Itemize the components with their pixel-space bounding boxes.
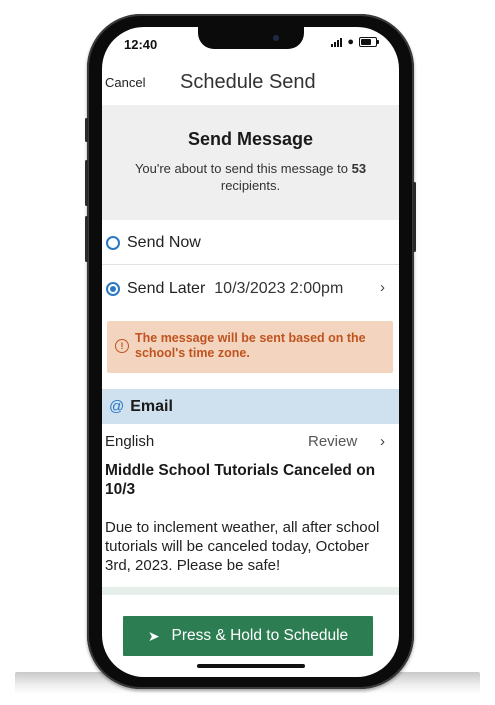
- send-now-label: Send Now: [127, 234, 201, 251]
- alert-text: The message will be sent based on the sc…: [135, 331, 366, 360]
- message-summary: Send Message You're about to send this m…: [102, 105, 399, 220]
- recipient-count: 53: [351, 161, 367, 176]
- page-title: Schedule Send: [180, 71, 316, 93]
- schedule-button-label: Press & Hold to Schedule: [171, 627, 349, 644]
- home-indicator: [197, 664, 305, 668]
- exclamation-circle-icon: !: [115, 339, 129, 353]
- camera-icon: [273, 35, 279, 41]
- cancel-button[interactable]: Cancel: [105, 75, 145, 90]
- summary-suffix: recipients.: [220, 178, 281, 193]
- option-send-later[interactable]: Send Later 10/3/2023 2:00pm: [106, 279, 399, 299]
- send-now-radio[interactable]: [106, 236, 120, 250]
- option-send-now[interactable]: Send Now: [106, 233, 399, 253]
- wifi-icon: ●: [347, 36, 354, 48]
- chevron-right-icon[interactable]: ›: [380, 433, 385, 450]
- summary-prefix: You're about to send this message to: [134, 161, 352, 176]
- status-icons: ●: [331, 36, 379, 48]
- summary-title: Send Message: [187, 129, 314, 149]
- review-link[interactable]: Review: [308, 433, 357, 450]
- email-subject: Middle School Tutorials Canceled on 10/3: [105, 462, 376, 498]
- language-label: English: [105, 433, 155, 450]
- nav-bar: Cancel Schedule Send: [102, 67, 399, 103]
- phone-side-button: [85, 118, 88, 142]
- phone-volume-down-button: [85, 216, 88, 262]
- chevron-right-icon[interactable]: ›: [380, 279, 385, 296]
- send-later-radio[interactable]: [106, 282, 120, 296]
- phone-power-button: [413, 182, 416, 252]
- at-sign-icon: @: [109, 398, 125, 415]
- phone-volume-up-button: [85, 160, 88, 206]
- status-time: 12:40: [124, 37, 158, 52]
- email-section-label: Email: [130, 397, 173, 415]
- signal-icon: [331, 37, 343, 47]
- scheduled-datetime[interactable]: 10/3/2023 2:00pm: [214, 280, 343, 298]
- summary-subtitle: You're about to send this message to 53 …: [117, 160, 384, 194]
- send-later-label: Send Later: [127, 280, 206, 297]
- scroll-fade: [102, 587, 399, 595]
- paper-plane-icon: ➤: [147, 627, 160, 644]
- battery-icon: [359, 37, 379, 47]
- timezone-alert: ! The message will be sent based on the …: [107, 321, 393, 373]
- notch: [198, 27, 304, 49]
- email-body: Due to inclement weather, all after scho…: [105, 519, 380, 574]
- phone-screen: 12:40 ● Cancel Schedule Send Send Messag…: [102, 27, 399, 677]
- press-hold-schedule-button[interactable]: ➤ Press & Hold to Schedule: [123, 616, 373, 656]
- email-section-header: @ Email: [102, 389, 399, 424]
- divider: [102, 264, 399, 265]
